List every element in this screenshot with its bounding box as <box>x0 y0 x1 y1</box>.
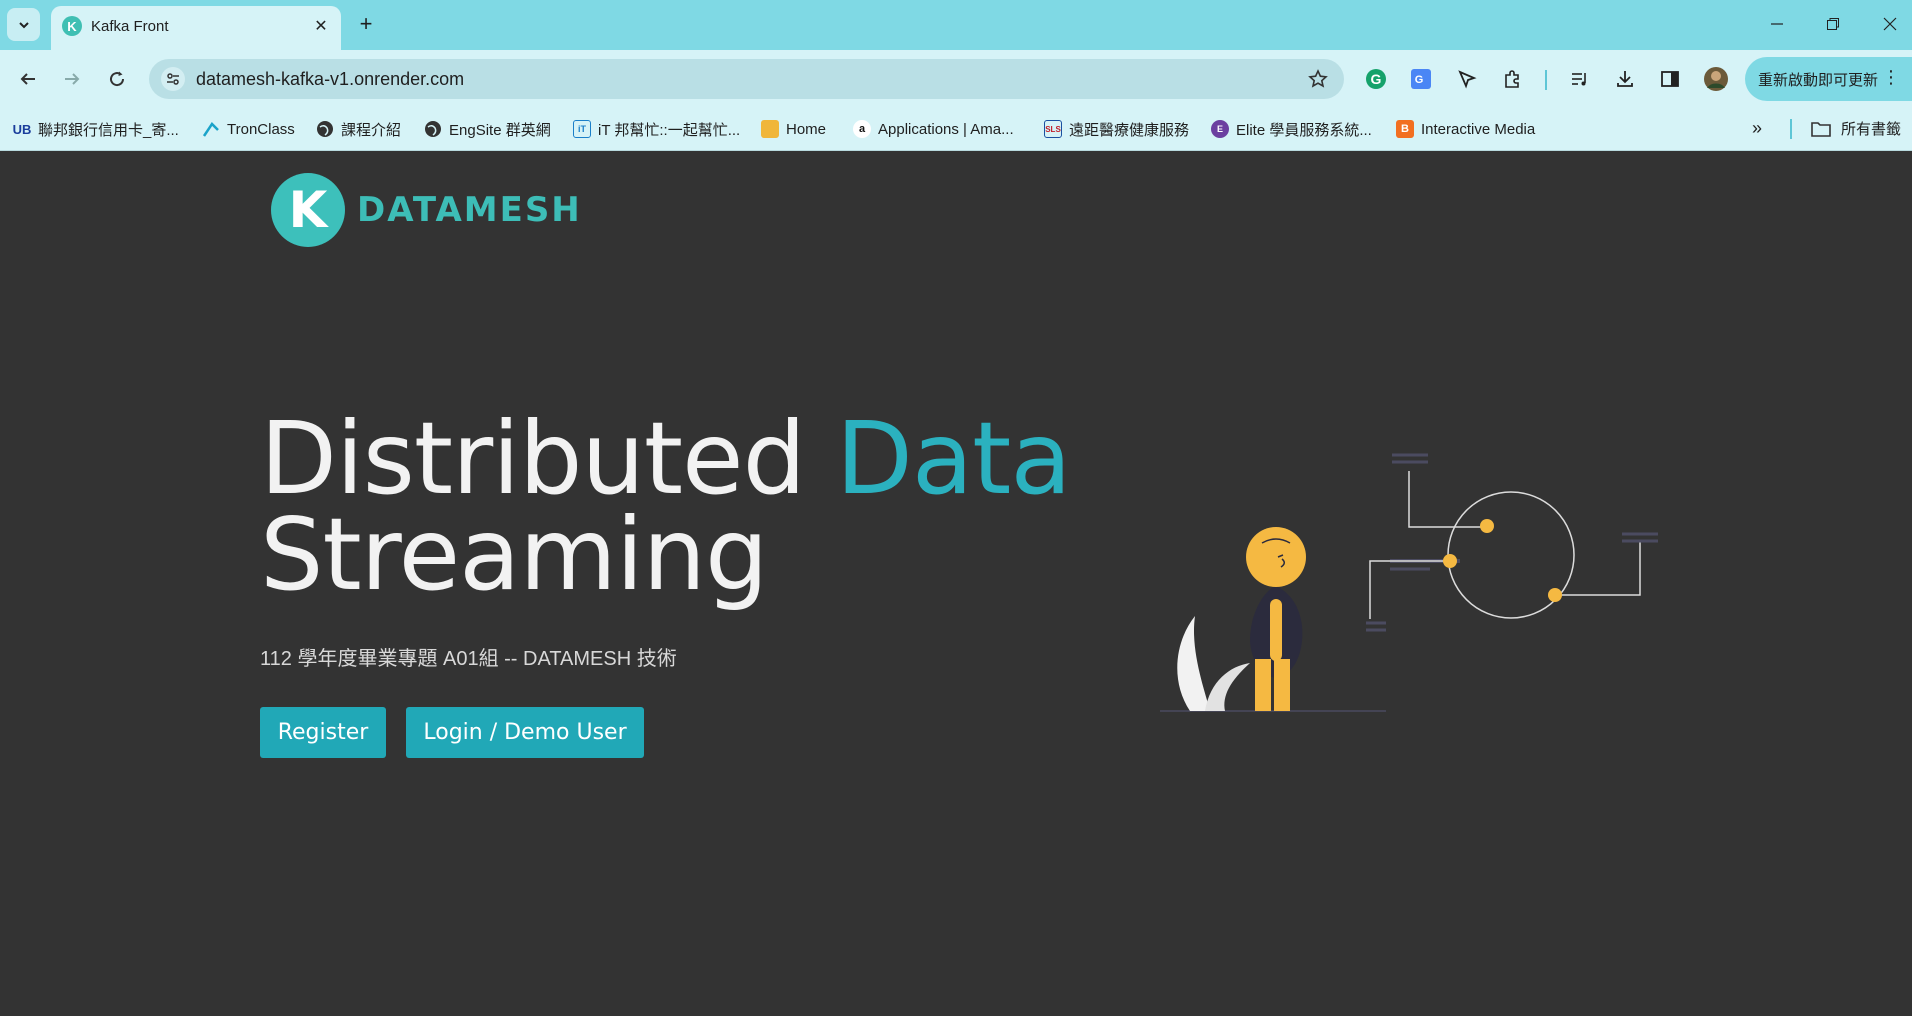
bookmark-item[interactable]: Home <box>761 118 826 140</box>
back-button[interactable] <box>12 63 44 95</box>
logo-text: DATAMESH <box>357 190 582 230</box>
bookmarks-divider <box>1790 119 1792 139</box>
bookmark-item[interactable]: a Applications | Ama... <box>853 118 1014 140</box>
circuit-node <box>1480 519 1494 533</box>
update-chrome-button[interactable]: 重新啟動即可更新 ⋮ <box>1745 57 1912 101</box>
folder-icon <box>1811 121 1831 137</box>
all-bookmarks-label: 所有書籤 <box>1841 121 1902 138</box>
bookmark-label: Elite 學員服務系統... <box>1236 121 1372 139</box>
ub-icon: UB <box>12 121 32 137</box>
person-leg <box>1255 659 1271 711</box>
bookmark-item[interactable]: E Elite 學員服務系統... <box>1211 118 1372 140</box>
hero-title-accent: Data <box>835 400 1072 517</box>
site-settings-icon[interactable] <box>161 67 185 91</box>
box-icon <box>761 120 779 138</box>
arrow-right-icon <box>65 73 80 85</box>
logo-mark: K <box>271 173 345 247</box>
bookmark-label: Applications | Ama... <box>878 120 1014 138</box>
reload-icon <box>110 71 125 87</box>
person-head <box>1246 527 1306 587</box>
side-panel-icon[interactable] <box>1655 64 1685 94</box>
double-chevron-right-icon[interactable]: » <box>1752 118 1762 139</box>
globe-icon <box>316 120 334 138</box>
tab-strip: K Kafka Front ✕ + <box>0 0 1912 50</box>
tab-title: Kafka Front <box>91 18 169 35</box>
profile-avatar[interactable] <box>1701 64 1731 94</box>
media-control-icon[interactable] <box>1565 64 1595 94</box>
address-bar[interactable]: datamesh-kafka-v1.onrender.com <box>149 59 1344 99</box>
bookmark-item[interactable]: TronClass <box>202 118 295 140</box>
bookmark-label: 課程介紹 <box>341 121 402 139</box>
download-icon[interactable] <box>1610 64 1640 94</box>
bookmark-label: 遠距醫療健康服務 <box>1069 121 1190 139</box>
amazon-icon: a <box>853 120 871 138</box>
bookmark-label: TronClass <box>227 120 295 138</box>
page-content: K DATAMESH Distributed Data Streaming 11… <box>0 151 1912 1016</box>
plant-leaf <box>1177 616 1210 711</box>
register-button[interactable]: Register <box>260 707 386 758</box>
svg-text:G: G <box>1371 71 1382 87</box>
circuit-node <box>1443 554 1457 568</box>
minimize-window-button[interactable] <box>1757 8 1797 40</box>
close-icon <box>1883 17 1897 31</box>
svg-text:G: G <box>1415 74 1424 86</box>
close-tab-icon[interactable]: ✕ <box>311 16 331 36</box>
url-text: datamesh-kafka-v1.onrender.com <box>196 69 465 89</box>
bookmark-item[interactable]: EngSite 群英網 <box>424 118 551 140</box>
browser-toolbar: datamesh-kafka-v1.onrender.com G G 重新啟動即… <box>0 50 1912 108</box>
bookmark-label: Home <box>786 120 827 138</box>
update-label: 重新啟動即可更新 <box>1758 71 1879 89</box>
google-translate-icon[interactable]: G <box>1406 64 1436 94</box>
hero-title-part2: Streaming <box>260 496 768 613</box>
active-tab[interactable]: K Kafka Front ✕ <box>51 6 341 50</box>
tab-favicon-icon: K <box>62 16 82 36</box>
circuit-node <box>1548 588 1562 602</box>
blogger-icon: B <box>1396 120 1414 138</box>
minimize-icon <box>1771 23 1783 25</box>
person-leg <box>1274 659 1290 711</box>
reload-button[interactable] <box>101 63 133 95</box>
ithome-icon: iT <box>573 120 591 138</box>
grammarly-icon[interactable]: G <box>1361 64 1391 94</box>
close-window-button[interactable] <box>1870 8 1910 40</box>
datamesh-logo[interactable]: K DATAMESH <box>271 173 582 247</box>
bookmark-item[interactable]: 課程介紹 <box>316 118 401 140</box>
elite-icon: E <box>1211 120 1229 138</box>
chevron-down-icon <box>18 21 29 28</box>
circuit-line <box>1408 471 1487 528</box>
hero-subtitle: 112 學年度畢業專題 A01組 -- DATAMESH 技術 <box>260 648 677 670</box>
cursor-icon[interactable] <box>1452 64 1482 94</box>
all-bookmarks-button[interactable]: 所有書籤 <box>1811 118 1901 139</box>
person-arm <box>1270 599 1282 661</box>
tronclass-icon <box>202 120 220 138</box>
login-demo-button[interactable]: Login / Demo User <box>406 707 644 758</box>
bookmark-label: Interactive Media <box>1421 120 1536 138</box>
bookmark-label: EngSite 群英網 <box>449 121 551 139</box>
sls-icon: SLS <box>1044 120 1062 138</box>
data-streaming-illustration <box>1160 453 1658 712</box>
restore-icon <box>1827 18 1839 30</box>
bookmark-item[interactable]: B Interactive Media <box>1396 118 1535 140</box>
plant-leaf <box>1205 663 1250 711</box>
new-tab-button[interactable]: + <box>352 10 380 38</box>
bookmark-label: iT 邦幫忙::一起幫忙... <box>598 121 741 139</box>
bookmark-label: 聯邦銀行信用卡_寄... <box>38 121 179 139</box>
hero-title: Distributed Data Streaming <box>260 409 1072 605</box>
tab-search-button[interactable] <box>7 8 40 41</box>
extensions-icon[interactable] <box>1497 64 1527 94</box>
arrow-left-icon <box>20 73 35 85</box>
bookmarks-bar: UB 聯邦銀行信用卡_寄... TronClass 課程介紹 EngSite 群… <box>0 108 1912 151</box>
star-icon[interactable] <box>1306 67 1330 91</box>
bookmark-item[interactable]: UB 聯邦銀行信用卡_寄... <box>13 118 179 140</box>
more-vert-icon[interactable]: ⋮ <box>1882 67 1900 88</box>
toolbar-divider <box>1545 70 1547 90</box>
globe-icon <box>424 120 442 138</box>
bookmark-item[interactable]: SLS 遠距醫療健康服務 <box>1044 118 1189 140</box>
circuit-line <box>1555 541 1641 596</box>
bookmark-item[interactable]: iT iT 邦幫忙::一起幫忙... <box>573 118 740 140</box>
forward-button[interactable] <box>56 63 88 95</box>
restore-window-button[interactable] <box>1813 8 1853 40</box>
